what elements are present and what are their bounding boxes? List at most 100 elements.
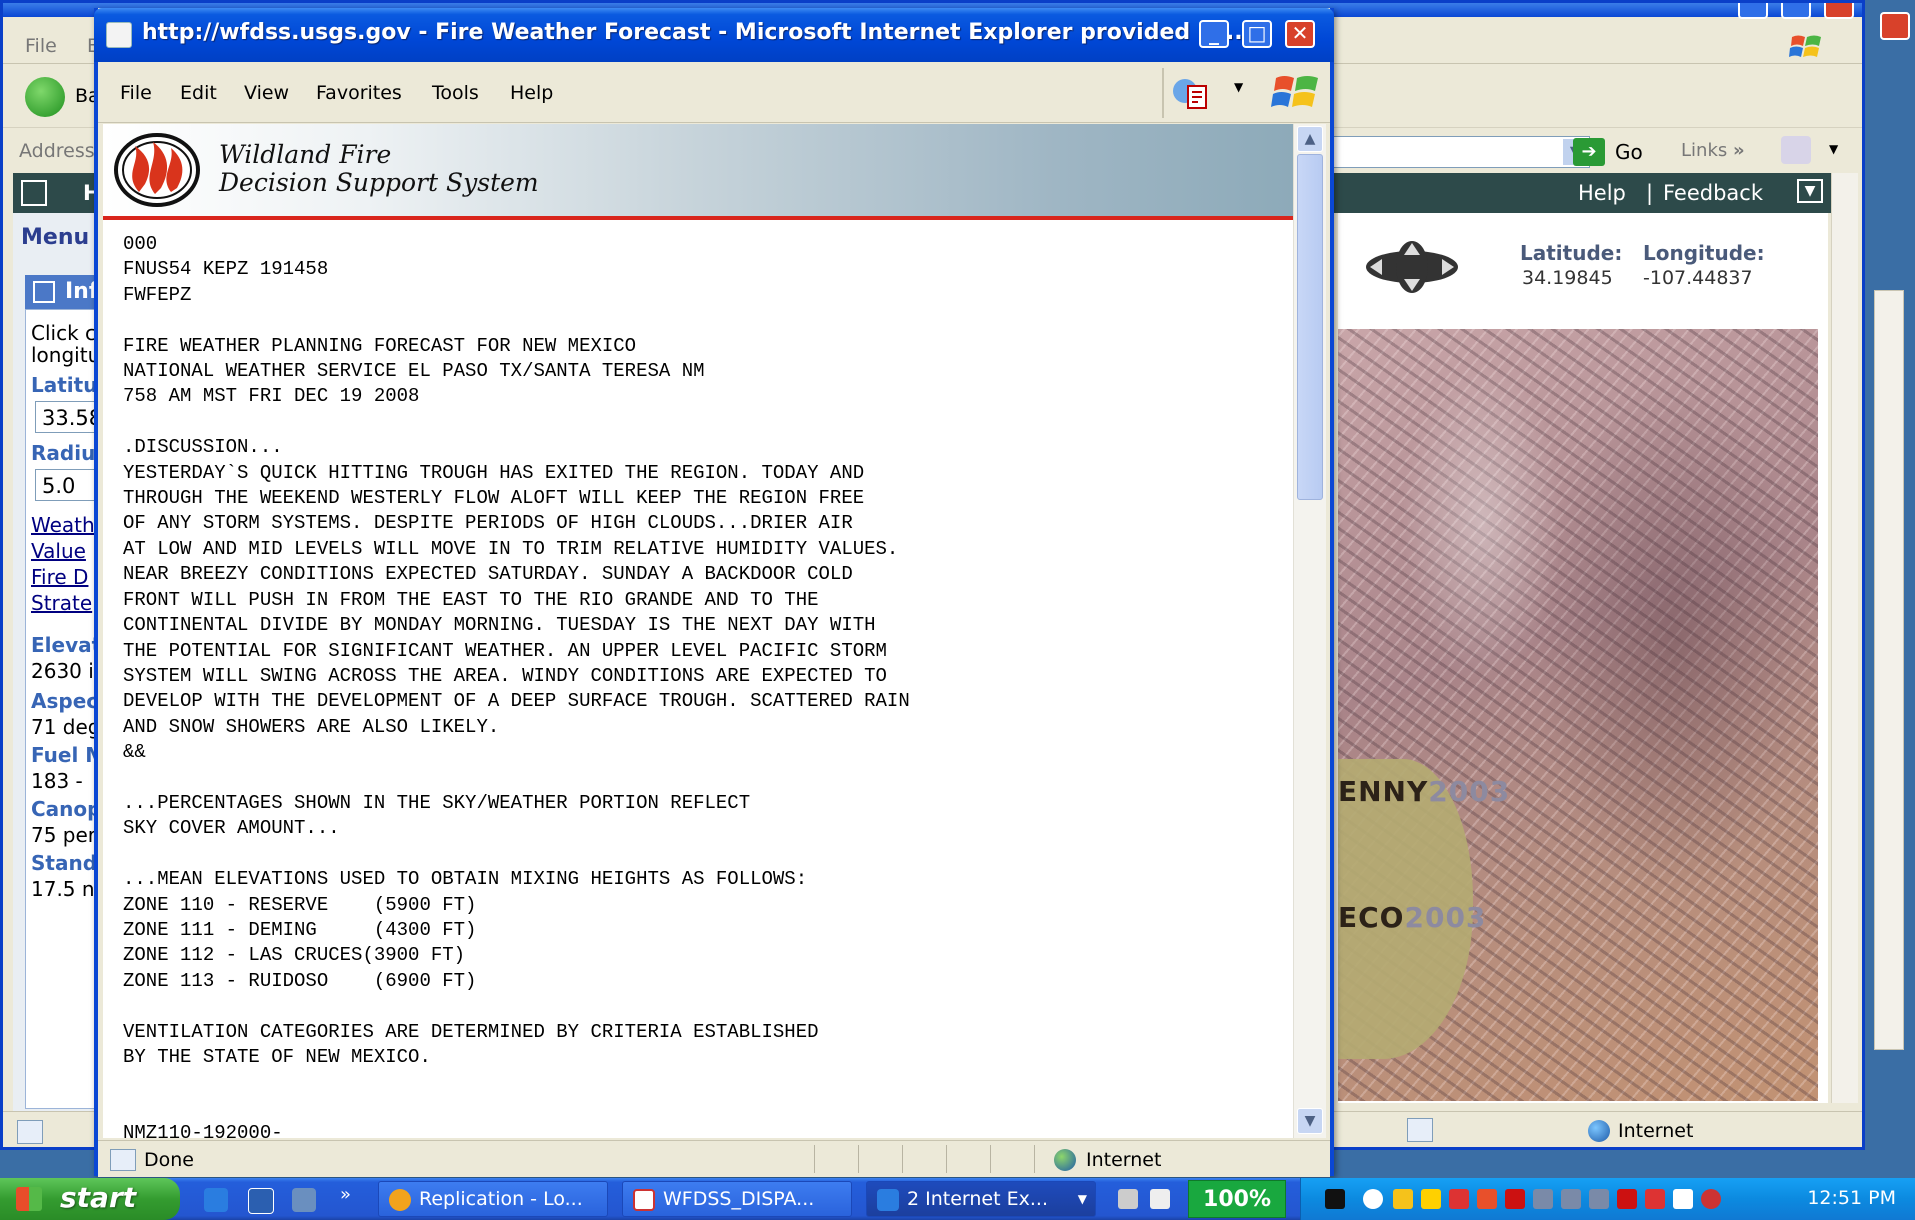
background-maximize-button[interactable] <box>1781 3 1811 19</box>
security-icon[interactable] <box>1449 1189 1469 1209</box>
no-entry-icon[interactable] <box>1617 1189 1637 1209</box>
strategic-link[interactable]: Strate <box>31 591 92 615</box>
panel-toggle-icon[interactable] <box>33 281 55 303</box>
background-minimize-button[interactable] <box>1738 3 1768 19</box>
map-latitude-value: 34.19845 <box>1522 267 1613 289</box>
status-divider <box>946 1145 947 1173</box>
task-label: 2 Internet Ex... <box>907 1188 1048 1210</box>
wfdss-header: Wildland Fire Decision Support System <box>103 124 1293 220</box>
network-disconnected-icon[interactable] <box>1561 1189 1581 1209</box>
elevation-label: Elevat <box>31 633 102 657</box>
popup-close-button[interactable]: ✕ <box>1285 20 1315 48</box>
wfdss-flame-logo-icon <box>114 133 200 207</box>
forecast-vertical-scrollbar[interactable]: ▲ ▼ <box>1293 124 1326 1138</box>
menu-tab[interactable]: Menu <box>21 225 89 250</box>
terrain-map[interactable]: ENNY2003 ECO2003 <box>1338 329 1818 1101</box>
links-button[interactable]: Links » <box>1681 140 1745 161</box>
menu-view[interactable]: View <box>244 82 289 104</box>
click-instructions-2: longitu <box>31 343 101 367</box>
monitor-icon[interactable] <box>1645 1189 1665 1209</box>
task-replication[interactable]: Replication - Lo... <box>378 1181 608 1217</box>
popup-minimize-button[interactable]: _ <box>1199 20 1229 48</box>
tool-icon[interactable] <box>1118 1189 1138 1209</box>
pdf-dropdown-icon[interactable]: ▼ <box>1829 142 1838 156</box>
expand-icon[interactable] <box>21 180 47 206</box>
windows-taskbar: start » Replication - Lo... WFDSS_DISPA.… <box>0 1178 1915 1220</box>
popup-maximize-button[interactable]: □ <box>1242 20 1272 48</box>
menu-file[interactable]: File <box>120 82 152 104</box>
map-pan-control-icon[interactable] <box>1362 239 1462 295</box>
menu-tools[interactable]: Tools <box>432 82 479 104</box>
back-arrow-icon[interactable] <box>25 77 65 117</box>
collapse-header-icon[interactable]: ▼ <box>1797 179 1823 203</box>
replication-app-icon <box>389 1189 411 1211</box>
aspect-value: 71 deg <box>31 715 101 739</box>
popup-menu-bar: File Edit View Favorites Tools Help ▼ <box>98 62 1330 123</box>
values-link[interactable]: Value <box>31 539 86 563</box>
help-link[interactable]: Help <box>1578 181 1626 205</box>
background-page-scrollbar[interactable] <box>1831 173 1858 1103</box>
status-internet: Internet <box>1086 1149 1162 1171</box>
stand-height-label: Stand <box>31 851 98 875</box>
fire-label-enny[interactable]: ENNY2003 <box>1338 775 1510 808</box>
pdf-converter-icon[interactable] <box>1170 76 1210 110</box>
go-arrow-icon: ➔ <box>1573 138 1605 166</box>
aspect-label: Aspec <box>31 689 99 713</box>
menu-help[interactable]: Help <box>510 82 553 104</box>
fire-label-eco[interactable]: ECO2003 <box>1338 901 1486 934</box>
outer-close-button[interactable] <box>1880 12 1910 40</box>
gear-icon[interactable] <box>1477 1189 1497 1209</box>
status-divider <box>902 1145 903 1173</box>
flag-icon[interactable] <box>1505 1189 1525 1209</box>
ie-quicklaunch-icon[interactable] <box>204 1188 228 1212</box>
links-chevron-icon: » <box>1732 140 1745 161</box>
task-group-chevron-icon[interactable]: ▼ <box>1078 1192 1087 1206</box>
status-divider <box>990 1145 991 1173</box>
scroll-thumb[interactable] <box>1297 154 1323 500</box>
word-quicklaunch-icon[interactable] <box>248 1188 274 1214</box>
background-menu-file[interactable]: File <box>25 35 57 57</box>
pdf-converter-icon[interactable] <box>1781 136 1811 164</box>
shield-icon[interactable] <box>1393 1189 1413 1209</box>
links-label: Links <box>1681 140 1728 161</box>
network-disconnected-icon[interactable] <box>1589 1189 1609 1209</box>
alert-icon[interactable] <box>1701 1189 1721 1209</box>
battery-icon[interactable] <box>1150 1189 1170 1209</box>
power-plug-icon[interactable] <box>1325 1189 1345 1209</box>
system-clock[interactable]: 12:51 PM <box>1807 1187 1896 1209</box>
start-button[interactable]: start <box>0 1178 180 1220</box>
background-close-button[interactable] <box>1824 3 1854 19</box>
scroll-up-arrow-icon[interactable]: ▲ <box>1297 126 1323 152</box>
network-disconnected-icon[interactable] <box>1533 1189 1553 1209</box>
zoom-indicator[interactable]: 100% <box>1188 1180 1286 1218</box>
menu-edit[interactable]: Edit <box>180 82 217 104</box>
fire-weather-forecast-text: 000 FNUS54 KEPZ 191458 FWFEPZ FIRE WEATH… <box>123 233 910 1138</box>
feedback-link[interactable]: Feedback <box>1663 181 1763 205</box>
address-input[interactable]: ▼ <box>1333 136 1590 168</box>
left-menu-panel: Menu Inf Click c longitu Latitu 33.58 Ra… <box>13 213 125 1113</box>
menu-favorites[interactable]: Favorites <box>316 82 402 104</box>
go-label: Go <box>1615 140 1643 164</box>
outer-scrollbar[interactable] <box>1874 290 1904 1050</box>
popup-title-bar[interactable]: http://wfdss.usgs.gov - Fire Weather For… <box>94 8 1334 62</box>
pdf-dropdown-icon[interactable]: ▼ <box>1234 80 1243 94</box>
task-internet-explorer-group[interactable]: 2 Internet Ex... ▼ <box>866 1181 1096 1217</box>
click-instructions-1: Click c <box>31 321 97 345</box>
lock-icon[interactable] <box>1421 1189 1441 1209</box>
task-wfdss-dispatch[interactable]: WFDSS_DISPA... <box>622 1181 852 1217</box>
windows-logo-icon <box>1271 76 1318 107</box>
wfdss-title-line2: Decision Support System <box>219 168 539 197</box>
background-status-internet: Internet <box>1618 1120 1694 1142</box>
canopy-value: 75 per <box>31 823 97 847</box>
map-latitude-label: Latitude: <box>1520 241 1623 265</box>
network-quicklaunch-icon[interactable] <box>292 1188 316 1212</box>
fire-data-link[interactable]: Fire D <box>31 565 88 589</box>
go-button[interactable]: ➔ Go <box>1573 136 1653 168</box>
weather-link[interactable]: Weath <box>31 513 95 537</box>
scroll-down-arrow-icon[interactable]: ▼ <box>1297 1108 1323 1134</box>
quicklaunch-more-icon[interactable]: » <box>340 1184 351 1205</box>
ie-page-icon <box>106 22 132 48</box>
chart-icon[interactable] <box>1673 1189 1693 1209</box>
fuel-model-value: 183 - <box>31 769 83 793</box>
tray-back-arrow-icon[interactable] <box>1363 1189 1383 1209</box>
